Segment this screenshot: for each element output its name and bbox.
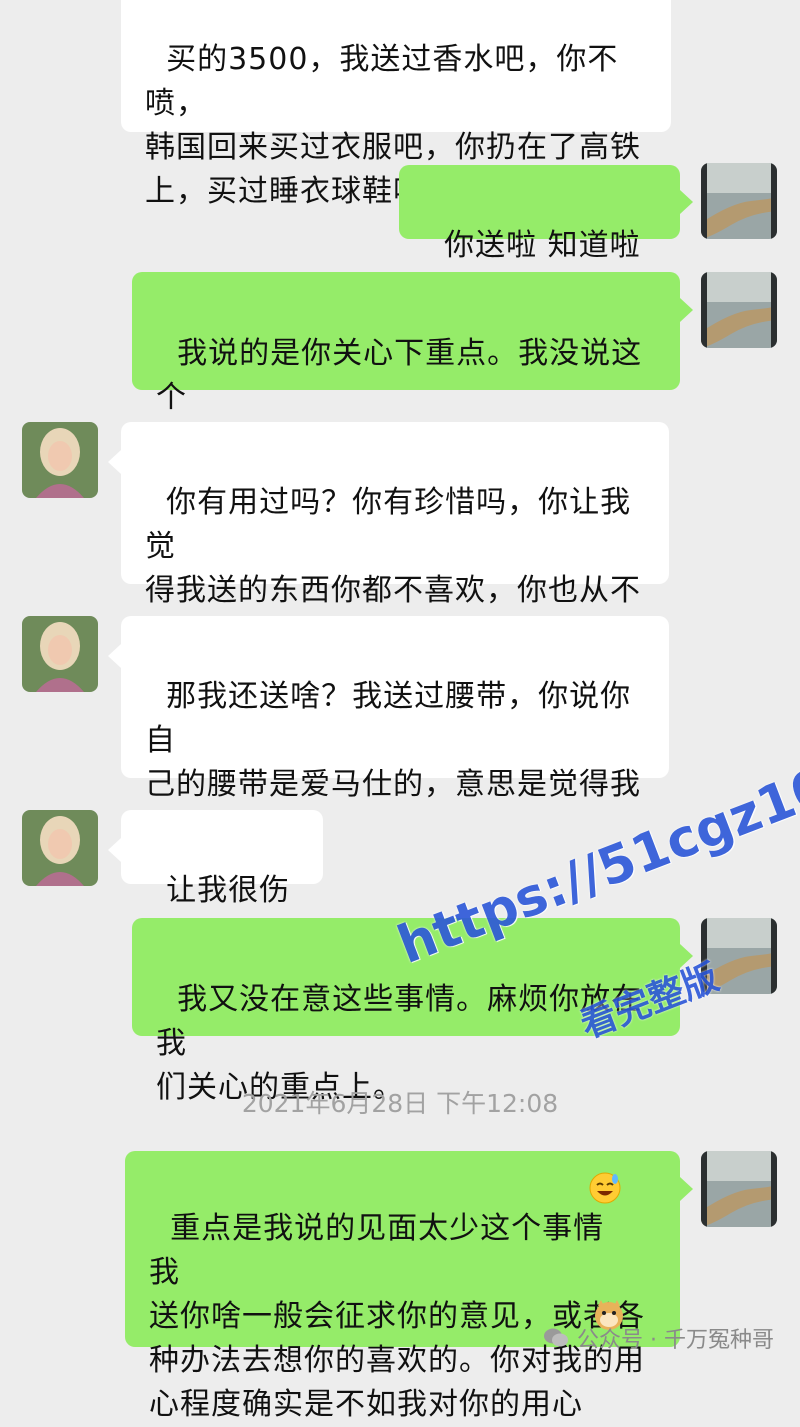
avatar-self[interactable] <box>701 272 777 348</box>
city-river-avatar-icon <box>701 272 777 348</box>
bubble-tail <box>680 1177 693 1201</box>
message-text: 重点是我说的见面太少这个事情 我 送你啥一般会征求你的意见，或者各 种办法去想你… <box>149 1211 645 1422</box>
city-river-avatar-icon <box>701 163 777 239</box>
woman-portrait-avatar-icon <box>22 616 98 692</box>
bubble-tail <box>108 838 121 862</box>
source-text: 公众号 · 千万冤种哥 <box>577 1328 774 1353</box>
avatar-self[interactable] <box>701 163 777 239</box>
chat-timestamp: 2021年6月28日 下午12:08 <box>241 1089 559 1118</box>
bubble-tail <box>680 298 693 322</box>
avatar-self[interactable] <box>701 1151 777 1227</box>
city-river-avatar-icon <box>701 1151 777 1227</box>
bubble-tail <box>108 450 121 474</box>
wechat-icon <box>544 1328 569 1347</box>
message-bubble-incoming[interactable]: 买的3500，我送过香水吧，你不喷， 韩国回来买过衣服吧，你扔在了高铁 上，买过… <box>121 0 671 209</box>
message-bubble-incoming[interactable]: 让我很伤心 <box>121 810 323 952</box>
message-bubble-outgoing[interactable]: 我说的是你关心下重点。我没说这个 送不送的，这个我并不要求啥。 <box>132 272 680 459</box>
avatar-contact[interactable] <box>22 616 98 692</box>
bubble-tail <box>108 644 121 668</box>
source-footer: 公众号 · 千万冤种哥 <box>543 1322 774 1354</box>
message-bubble-incoming[interactable]: 你有用过吗？你有珍惜吗，你让我觉 得我送的东西你都不喜欢，你也从不 用，很浪费 <box>121 422 669 652</box>
avatar-contact[interactable] <box>22 810 98 886</box>
message-text: 你送啦 知道啦 <box>444 228 641 263</box>
sweat-smile-emoji-icon <box>589 1172 621 1204</box>
message-bubble-incoming[interactable]: 那我还送啥？我送过腰带，你说你自 己的腰带是爱马仕的，意思是觉得我 送的便宜 <box>121 616 669 846</box>
woman-portrait-avatar-icon <box>22 422 98 498</box>
message-bubble-outgoing[interactable]: 你送啦 知道啦 <box>399 165 680 304</box>
avatar-contact[interactable] <box>22 422 98 498</box>
bubble-tail <box>680 190 693 214</box>
woman-portrait-avatar-icon <box>22 810 98 886</box>
